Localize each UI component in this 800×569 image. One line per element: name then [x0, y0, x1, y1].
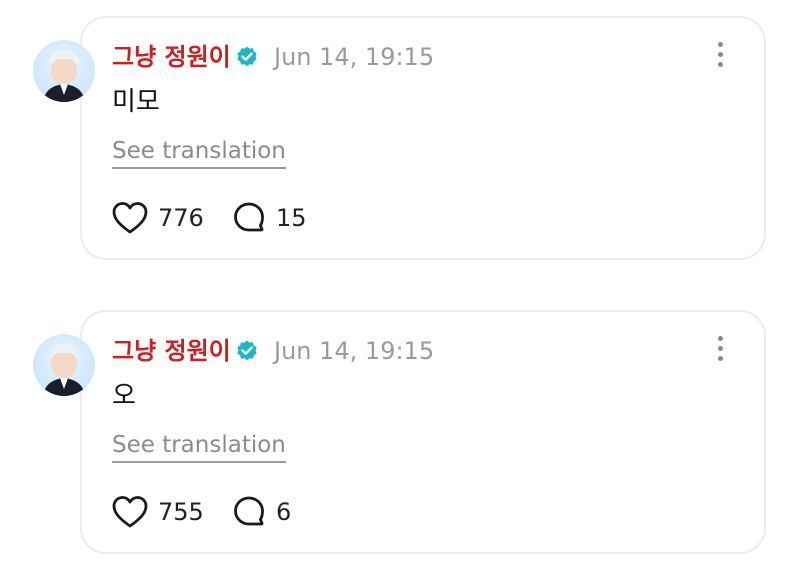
like-count: 776: [158, 204, 204, 232]
post-timestamp[interactable]: Jun 14, 19:15: [274, 40, 434, 74]
verified-badge-icon: [237, 46, 257, 67]
author-name[interactable]: 그냥 정원이: [112, 40, 231, 74]
reply-button[interactable]: 6: [232, 492, 291, 532]
avatar[interactable]: [33, 40, 95, 102]
see-translation-link[interactable]: See translation: [112, 429, 286, 463]
post-item: 그냥 정원이 Jun 14, 19:15 미모 See translation …: [0, 0, 800, 260]
comment-bubble-icon: [234, 496, 264, 526]
author-name[interactable]: 그냥 정원이: [112, 334, 231, 368]
reply-button[interactable]: 15: [232, 198, 307, 238]
heart-icon: [112, 202, 148, 234]
reply-count: 6: [276, 498, 292, 526]
reply-count: 15: [276, 204, 307, 232]
more-vertical-icon[interactable]: [713, 336, 727, 366]
more-vertical-icon[interactable]: [713, 42, 727, 72]
post-timestamp[interactable]: Jun 14, 19:15: [274, 334, 434, 368]
like-button[interactable]: 776: [112, 198, 204, 238]
post-text: 미모: [112, 87, 160, 117]
comment-bubble-icon: [234, 202, 264, 232]
heart-icon: [112, 496, 148, 528]
like-button[interactable]: 755: [112, 492, 204, 532]
avatar[interactable]: [33, 334, 95, 396]
post-item: 그냥 정원이 Jun 14, 19:15 오 See translation 7…: [0, 294, 800, 554]
like-count: 755: [158, 498, 204, 526]
post-text: 오: [112, 381, 136, 411]
see-translation-link[interactable]: See translation: [112, 135, 286, 169]
verified-badge-icon: [237, 340, 257, 361]
